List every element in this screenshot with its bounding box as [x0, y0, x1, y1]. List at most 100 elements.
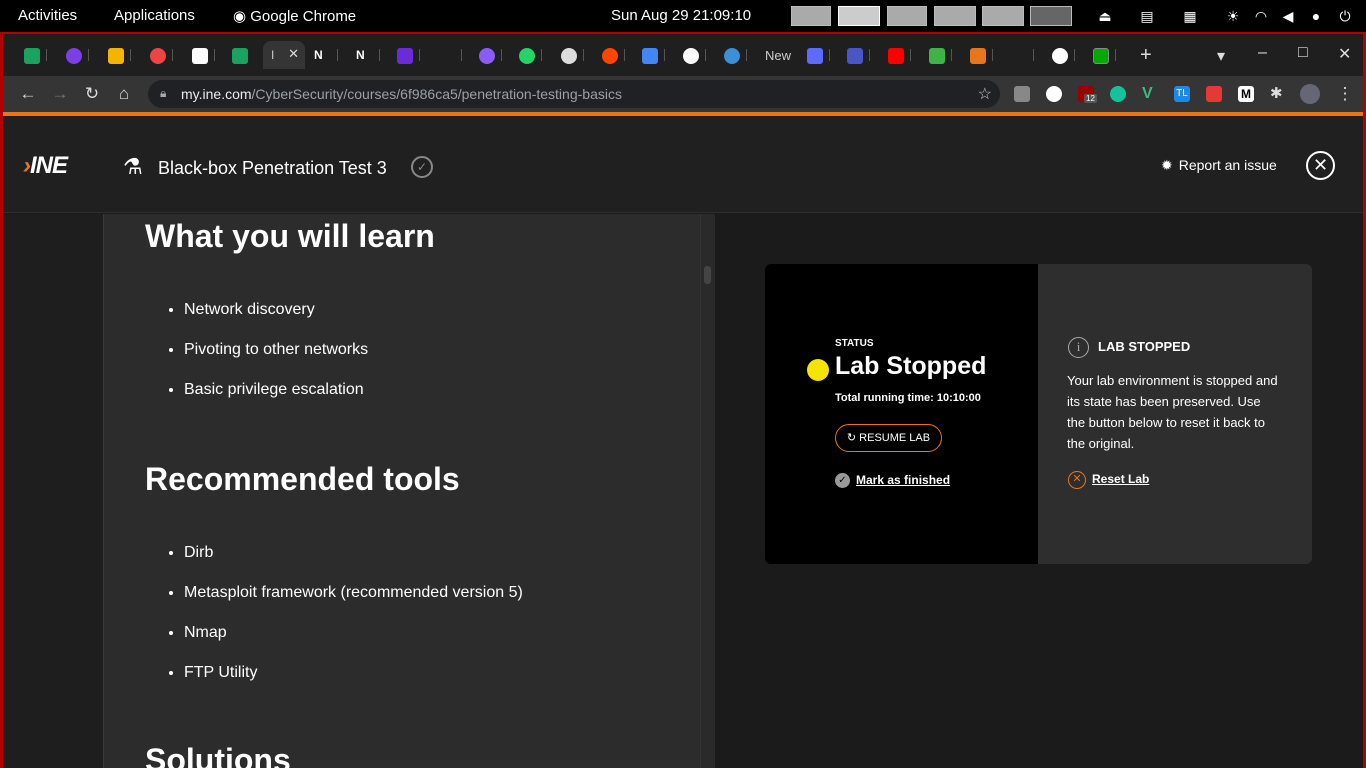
list-item: Network discovery	[184, 300, 368, 340]
check-circle-icon[interactable]: ✓	[835, 473, 850, 488]
forward-icon[interactable]: →	[49, 84, 71, 104]
clock[interactable]: Sun Aug 29 21:09:10	[611, 7, 751, 24]
solutions-heading: Solutions	[145, 742, 291, 768]
tab[interactable]: N	[306, 41, 338, 69]
tab[interactable]	[838, 41, 870, 69]
address-bar[interactable]: 🔒︎ my.ine.com/CyberSecurity/courses/6f98…	[148, 80, 1000, 108]
list-item: Dirb	[184, 543, 523, 583]
applications-menu[interactable]: Applications	[114, 7, 195, 24]
window-layout-icon[interactable]: ▦	[1181, 8, 1199, 24]
lock-icon[interactable]: 🔒︎	[160, 86, 166, 101]
ninja-extension-icon[interactable]	[1046, 86, 1062, 102]
tools-heading: Recommended tools	[145, 461, 460, 497]
youtube-icon	[888, 48, 904, 64]
tab[interactable]	[879, 41, 911, 69]
sheets-icon	[24, 48, 40, 64]
info-section: i LAB STOPPED Your lab environment is st…	[1038, 264, 1312, 564]
tab[interactable]	[57, 41, 89, 69]
tab[interactable]	[183, 41, 215, 69]
workspace-thumb-active[interactable]	[838, 6, 880, 26]
close-lab-button[interactable]: ✕	[1306, 151, 1335, 180]
clipboard-icon[interactable]: ▤	[1138, 8, 1156, 24]
browser-menu-icon[interactable]: ⋮	[1334, 84, 1356, 104]
vue-extension-icon[interactable]: V	[1142, 86, 1158, 102]
asana-icon	[150, 48, 166, 64]
volume-icon[interactable]: ◀	[1279, 8, 1297, 24]
ublock-extension-icon[interactable]: 12	[1078, 86, 1097, 103]
tab[interactable]	[15, 41, 47, 69]
lab-state: Lab Stopped	[835, 352, 987, 380]
tab[interactable]	[1002, 41, 1034, 69]
maximize-icon[interactable]: □	[1298, 44, 1308, 62]
lab-title: Black-box Penetration Test 3	[158, 158, 387, 178]
tab[interactable]	[510, 41, 542, 69]
brightness-icon[interactable]: ☀	[1224, 8, 1242, 24]
tab[interactable]: New	[755, 41, 795, 69]
media-extension-icon[interactable]	[1206, 86, 1222, 102]
tab[interactable]	[633, 41, 665, 69]
tab[interactable]	[593, 41, 625, 69]
app-icon	[929, 48, 945, 64]
tab[interactable]	[552, 41, 584, 69]
app-icon	[66, 48, 82, 64]
scrollbar-thumb[interactable]	[704, 266, 711, 284]
tab[interactable]	[99, 41, 131, 69]
medium-icon	[683, 48, 699, 64]
tab[interactable]	[961, 41, 993, 69]
reset-lab-link[interactable]: Reset Lab	[1092, 472, 1149, 486]
reload-icon[interactable]: ↻	[81, 84, 103, 104]
m-extension-icon[interactable]: M	[1238, 86, 1254, 102]
list-item: Basic privilege escalation	[184, 380, 368, 420]
close-tab-icon[interactable]: ✕	[288, 46, 299, 62]
workspace-thumb[interactable]	[791, 6, 831, 26]
instructions-scrollbar[interactable]	[700, 214, 715, 768]
workspace-thumb[interactable]	[1030, 6, 1072, 26]
shield-extension-icon[interactable]	[1014, 86, 1030, 102]
tab[interactable]: N	[348, 41, 380, 69]
browser-toolbar: ← → ↻ ⌂ 🔒︎ my.ine.com/CyberSecurity/cour…	[3, 76, 1363, 112]
tab[interactable]	[1043, 41, 1075, 69]
tab[interactable]	[674, 41, 706, 69]
close-window-icon[interactable]: ✕	[1338, 44, 1351, 64]
tab-search-icon[interactable]: ▾	[1217, 46, 1225, 66]
activities-button[interactable]: Activities	[18, 7, 77, 24]
chrome-app-menu[interactable]: ◉ Google Chrome	[233, 7, 356, 25]
app-icon	[970, 48, 986, 64]
tl-extension-icon[interactable]: TL	[1174, 86, 1190, 102]
url-text[interactable]: my.ine.com/CyberSecurity/courses/6f986ca…	[181, 86, 622, 102]
reset-x-icon[interactable]: ✕	[1068, 471, 1086, 489]
home-icon[interactable]: ⌂	[113, 84, 135, 104]
workspace-thumb[interactable]	[934, 6, 976, 26]
learn-list: Network discovery Pivoting to other netw…	[184, 300, 368, 420]
tab[interactable]	[798, 41, 830, 69]
tab[interactable]	[470, 41, 502, 69]
resume-lab-button[interactable]: ↻ RESUME LAB	[835, 424, 942, 452]
grammarly-extension-icon[interactable]	[1110, 86, 1126, 102]
report-issue-button[interactable]: ✹ Report an issue	[1161, 157, 1277, 174]
tab-active[interactable]: I ✕	[263, 41, 305, 69]
tab[interactable]	[715, 41, 747, 69]
tab[interactable]	[223, 41, 255, 69]
eject-icon[interactable]: ⏏	[1096, 8, 1114, 24]
tab[interactable]	[141, 41, 173, 69]
tab[interactable]	[1084, 41, 1116, 69]
ine-lab-page: ›INE ⚗ Black-box Penetration Test 3 ✓ ✹ R…	[3, 116, 1363, 768]
google-icon	[1052, 48, 1068, 64]
profile-avatar[interactable]	[1300, 84, 1320, 104]
microphone-icon[interactable]: ●	[1307, 8, 1325, 24]
running-time: Total running time: 10:10:00	[835, 392, 981, 404]
extensions-puzzle-icon[interactable]: ✱	[1270, 86, 1286, 102]
wifi-icon[interactable]: ◠	[1252, 8, 1270, 24]
tab[interactable]	[430, 41, 462, 69]
workspace-thumb[interactable]	[887, 6, 927, 26]
minimize-icon[interactable]: –	[1258, 44, 1267, 62]
mark-finished-link[interactable]: Mark as finished	[856, 473, 950, 487]
tab[interactable]	[920, 41, 952, 69]
new-tab-icon[interactable]: +	[1140, 44, 1152, 67]
bookmark-star-icon[interactable]: ☆	[978, 84, 992, 104]
power-icon[interactable]: ⏻	[1336, 8, 1354, 24]
workspace-thumb[interactable]	[982, 6, 1024, 26]
ine-logo[interactable]: ›INE	[23, 152, 68, 180]
back-icon[interactable]: ←	[17, 84, 39, 104]
tab[interactable]	[388, 41, 420, 69]
